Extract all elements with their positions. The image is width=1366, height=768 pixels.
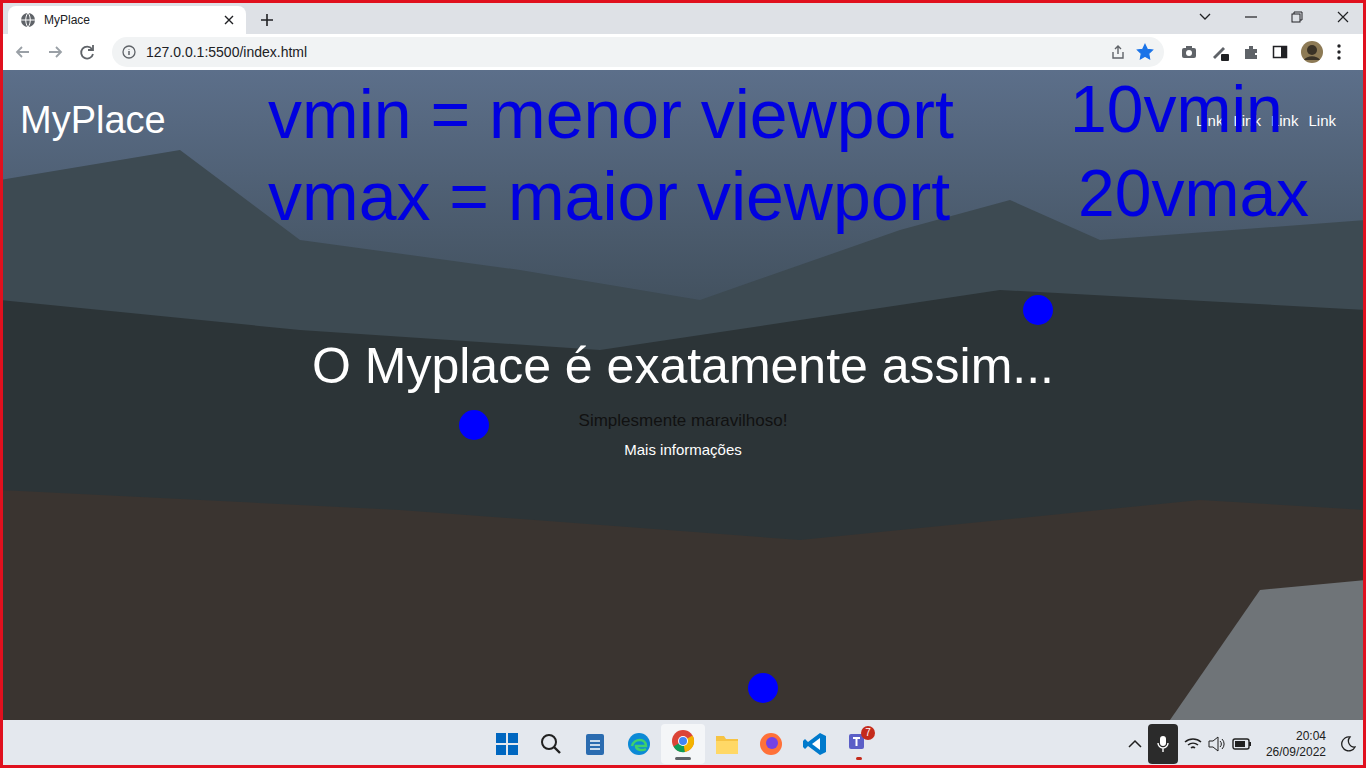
edge-icon[interactable] — [627, 732, 651, 756]
more-info-link[interactable]: Mais informações — [624, 439, 742, 462]
toolbar: 127.0.0.1:5500/index.html — [0, 34, 1366, 70]
menu-dots-icon[interactable] — [1336, 43, 1342, 61]
share-icon[interactable] — [1110, 44, 1126, 60]
hero-title: O Myplace é exatamente assim... — [312, 338, 1054, 396]
battery-icon[interactable] — [1232, 737, 1252, 751]
wifi-icon[interactable] — [1184, 737, 1202, 751]
notepad-icon[interactable] — [585, 732, 605, 756]
annotation-dot — [1023, 295, 1053, 325]
teams-badge: 7 — [861, 726, 875, 740]
clock-date: 26/09/2022 — [1266, 744, 1326, 760]
clock[interactable]: 20:04 26/09/2022 — [1258, 728, 1334, 760]
firefox-icon[interactable] — [759, 732, 783, 756]
annotation-left: vmin = menor viewport vmax = maior viewp… — [268, 80, 954, 230]
browser-tab[interactable]: MyPlace — [8, 6, 246, 34]
annotation-text: 20vmax — [1078, 160, 1309, 226]
back-icon[interactable] — [10, 39, 36, 65]
annotation-right: 10vmin 20vmax — [1070, 76, 1309, 226]
side-panel-icon[interactable] — [1272, 44, 1288, 60]
nav-link[interactable]: Link — [1308, 110, 1336, 133]
chrome-icon[interactable] — [671, 729, 695, 753]
profile-avatar-icon[interactable] — [1300, 40, 1324, 64]
close-tab-icon[interactable] — [224, 15, 234, 25]
close-window-icon[interactable] — [1337, 11, 1349, 23]
new-tab-icon[interactable] — [260, 13, 274, 27]
bookmark-star-icon[interactable] — [1136, 43, 1154, 61]
microphone-icon[interactable] — [1157, 735, 1169, 753]
volume-icon[interactable] — [1208, 736, 1226, 752]
info-icon[interactable] — [122, 45, 136, 59]
extensions-icon[interactable] — [1242, 43, 1260, 61]
minimize-icon[interactable] — [1245, 16, 1257, 18]
address-bar[interactable]: 127.0.0.1:5500/index.html — [112, 37, 1164, 67]
annotation-text: vmax = maior viewport — [268, 162, 954, 230]
pen-extension-icon[interactable] — [1210, 42, 1230, 62]
windows-start-icon[interactable] — [496, 733, 518, 755]
camera-icon[interactable] — [1180, 43, 1198, 61]
screenshot-frame — [0, 0, 1366, 768]
annotation-dot — [459, 410, 489, 440]
annotation-text: vmin = menor viewport — [268, 80, 954, 148]
search-icon[interactable] — [540, 733, 562, 755]
annotation-dot — [748, 673, 778, 703]
hero-subtitle: Simplesmente maravilhoso! — [579, 408, 788, 434]
site-logo[interactable]: MyPlace — [20, 100, 166, 142]
taskbar: 7 20:04 26/09/2022 — [0, 720, 1366, 768]
vscode-icon[interactable] — [803, 732, 827, 756]
title-bar: MyPlace — [0, 0, 1366, 34]
web-page: MyPlace LinkLinkLinkLink O Myplace é exa… — [0, 70, 1366, 720]
focus-moon-icon[interactable] — [1340, 736, 1356, 752]
reload-icon[interactable] — [74, 39, 100, 65]
url[interactable]: 127.0.0.1:5500/index.html — [146, 42, 1100, 63]
tab-search-icon[interactable] — [1199, 13, 1211, 21]
annotation-text: 10vmin — [1070, 76, 1309, 142]
forward-icon[interactable] — [42, 39, 68, 65]
show-hidden-icons-icon[interactable] — [1128, 739, 1142, 749]
globe-icon — [20, 12, 36, 28]
clock-time: 20:04 — [1296, 728, 1326, 744]
file-explorer-icon[interactable] — [715, 733, 739, 755]
restore-icon[interactable] — [1291, 11, 1303, 23]
tab-title: MyPlace — [44, 11, 216, 29]
